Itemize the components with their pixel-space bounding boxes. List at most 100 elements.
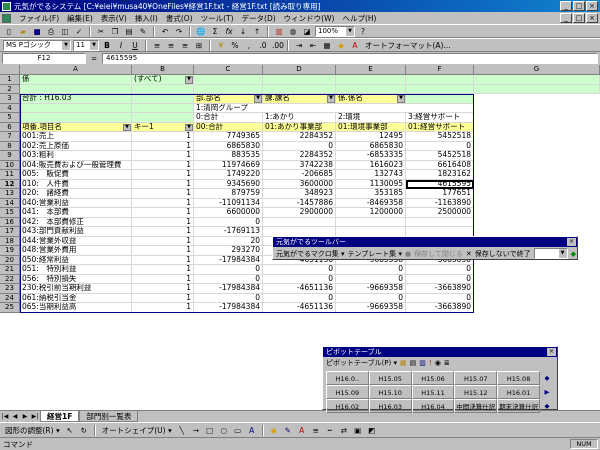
chevron-down-icon[interactable]: ▼ xyxy=(397,95,405,103)
row-header[interactable]: 3 xyxy=(0,94,20,104)
paste-icon[interactable]: ▤ xyxy=(123,26,135,37)
row-header[interactable]: 24 xyxy=(0,293,20,303)
column-header-g[interactable]: G xyxy=(474,65,600,75)
scroll-icon[interactable]: ◆ xyxy=(540,371,554,385)
save-close-icon[interactable]: ● xyxy=(405,250,411,258)
value-cell[interactable]: 0 xyxy=(406,274,474,284)
row-header[interactable]: 8 xyxy=(0,141,20,151)
prev-sheet-icon[interactable]: ◀ xyxy=(10,413,20,420)
value-cell[interactable]: 12495 xyxy=(336,132,406,142)
column-item[interactable]: 3:経営サポート xyxy=(406,113,474,123)
genki-combo[interactable]: ▼ xyxy=(533,248,568,259)
row-header[interactable]: 4 xyxy=(0,103,20,113)
cell[interactable] xyxy=(263,84,336,94)
row-item-label[interactable]: 040:営業利益 xyxy=(20,198,132,208)
column-item[interactable]: 2:環境 xyxy=(336,113,406,123)
row-header[interactable]: 2 xyxy=(0,84,20,94)
row-item-label[interactable]: 050:経常利益 xyxy=(20,255,132,265)
cell[interactable] xyxy=(132,113,194,123)
row-item-label[interactable]: 044:営業外収益 xyxy=(20,236,132,246)
refresh-icon[interactable]: ! xyxy=(429,359,432,367)
cell[interactable] xyxy=(263,75,336,85)
key-cell[interactable]: 1 xyxy=(132,303,194,313)
redo-icon[interactable]: ↷ xyxy=(173,26,185,37)
workbook-close-button[interactable]: × xyxy=(586,13,598,23)
row-item-label[interactable]: 048:営業外費用 xyxy=(20,246,132,256)
cell[interactable] xyxy=(132,103,194,113)
menu-window[interactable]: ウィンドウ(W) xyxy=(280,13,339,24)
select-all-corner[interactable] xyxy=(0,65,20,75)
value-cell[interactable]: 1616023 xyxy=(336,160,406,170)
row-header[interactable]: 15 xyxy=(0,208,20,218)
italic-icon[interactable]: I xyxy=(115,40,127,51)
key-cell[interactable]: 1 xyxy=(132,132,194,142)
value-cell[interactable]: 3600000 xyxy=(263,179,336,189)
value-cell[interactable]: -9669358 xyxy=(336,303,406,313)
workbook-restore-button[interactable]: □ xyxy=(573,13,585,23)
value-cell[interactable]: -6853335 xyxy=(336,151,406,161)
dash-style-icon[interactable]: ┅ xyxy=(324,425,336,436)
column-header-c[interactable]: C xyxy=(194,65,263,75)
chevron-down-icon[interactable]: ▼ xyxy=(185,123,193,131)
fill-icon[interactable]: ◆ xyxy=(268,425,280,436)
indent-icon[interactable]: ⇥ xyxy=(293,40,305,51)
column-item[interactable]: 01:あかり事業部 xyxy=(263,122,336,132)
arrow-style-icon[interactable]: ⇄ xyxy=(338,425,350,436)
drawing-icon[interactable]: ◪ xyxy=(301,26,313,37)
excel-app-icon[interactable] xyxy=(2,1,11,11)
merge-center-icon[interactable]: ⊞ xyxy=(193,40,205,51)
key-cell[interactable]: 1 xyxy=(132,227,194,237)
align-left-icon[interactable]: ≡ xyxy=(151,40,163,51)
key-cell[interactable]: 1 xyxy=(132,293,194,303)
draw-menu[interactable]: 図形の調整(R) ▾ xyxy=(3,425,62,436)
key-cell[interactable]: 1 xyxy=(132,170,194,180)
field-settings-icon[interactable]: ▥ xyxy=(419,359,426,367)
cell[interactable] xyxy=(194,84,263,94)
value-cell[interactable]: 2500000 xyxy=(406,208,474,218)
value-cell[interactable]: 177651 xyxy=(406,189,474,199)
row-header[interactable]: 7 xyxy=(0,132,20,142)
value-cell[interactable]: 1823162 xyxy=(406,170,474,180)
value-cell[interactable]: 4615595 xyxy=(406,179,474,189)
cell[interactable] xyxy=(20,84,132,94)
borders-icon[interactable]: ▦ xyxy=(321,40,333,51)
cell[interactable] xyxy=(336,75,406,85)
value-cell[interactable]: 0 xyxy=(406,265,474,275)
menu-view[interactable]: 表示(V) xyxy=(97,13,131,24)
oval-icon[interactable]: ○ xyxy=(218,425,230,436)
value-cell[interactable]: 0 xyxy=(194,217,263,227)
value-cell[interactable]: 0 xyxy=(406,293,474,303)
row-header[interactable]: 12 xyxy=(0,179,20,189)
value-cell[interactable]: 9345690 xyxy=(194,179,263,189)
value-cell[interactable]: 0 xyxy=(263,141,336,151)
row-header[interactable]: 16 xyxy=(0,217,20,227)
key-cell[interactable]: 1 xyxy=(132,141,194,151)
minimize-button[interactable]: _ xyxy=(560,1,572,11)
pivot-field-button[interactable]: H15.11 xyxy=(411,385,455,399)
preview-icon[interactable]: ◫ xyxy=(59,26,71,37)
menu-data[interactable]: データ(D) xyxy=(238,13,280,24)
value-cell[interactable]: 348923 xyxy=(263,189,336,199)
cell[interactable] xyxy=(20,113,132,123)
column-header-d[interactable]: D xyxy=(263,65,336,75)
chart-wizard-icon[interactable]: ▥ xyxy=(273,26,285,37)
fill-color-icon[interactable]: ◆ xyxy=(335,40,347,51)
currency-icon[interactable]: ¥ xyxy=(215,40,227,51)
pivot-toolbar-title[interactable]: ピボットテーブル × xyxy=(323,347,557,357)
row-header[interactable]: 17 xyxy=(0,227,20,237)
pivot-toolbar[interactable]: ピボットテーブル × ピボットテーブル(P) ▾ ▦ ▤ ▥ ! ◉ ≣ H16… xyxy=(322,346,558,413)
genki-toolbar[interactable]: 元気がでるツールバー × 元気がでるマクロ集 ▾ テンプレート集 ▾ ● 保存し… xyxy=(272,236,578,260)
zoom-combo[interactable]: 100% ▼ xyxy=(315,25,355,37)
shadow-icon[interactable]: ▣ xyxy=(352,425,364,436)
3d-icon[interactable]: ◩ xyxy=(366,425,378,436)
menu-help[interactable]: ヘルプ(H) xyxy=(338,13,380,24)
column-item[interactable]: 0:合計 xyxy=(194,113,263,123)
hide-detail-icon[interactable]: ≣ xyxy=(444,359,450,367)
show-detail-icon[interactable]: ◉ xyxy=(435,359,441,367)
cell[interactable] xyxy=(132,84,194,94)
sheet-tab-bumon[interactable]: 部門別一覧表 xyxy=(79,411,139,422)
autoformat-button[interactable]: オートフォーマット(A)... xyxy=(363,40,453,51)
column-field-ka[interactable]: 課.課名 xyxy=(263,94,336,104)
template-menu[interactable]: テンプレート集 ▾ xyxy=(347,249,402,259)
row-item-label[interactable]: 051: 特別利益 xyxy=(20,265,132,275)
